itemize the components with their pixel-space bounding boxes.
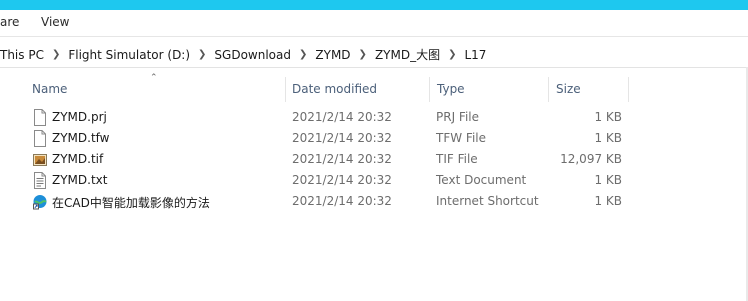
internet-shortcut-icon bbox=[33, 195, 47, 210]
column-divider[interactable] bbox=[628, 77, 629, 102]
file-row[interactable]: ZYMD.tif 2021/2/14 20:32 TIF File 12,097… bbox=[0, 149, 748, 170]
column-type[interactable]: Type bbox=[437, 82, 465, 96]
file-type: TIF File bbox=[436, 152, 478, 166]
chevron-right-icon[interactable]: ❯ bbox=[49, 49, 63, 60]
file-size: 1 KB bbox=[594, 173, 622, 187]
file-name: ZYMD.txt bbox=[52, 173, 108, 187]
text-file-icon bbox=[34, 172, 46, 189]
file-size: 12,097 KB bbox=[560, 152, 622, 166]
file-type: PRJ File bbox=[436, 110, 480, 124]
file-date: 2021/2/14 20:32 bbox=[292, 131, 392, 145]
breadcrumb-sgdownload[interactable]: SGDownload bbox=[209, 48, 296, 62]
breadcrumb-zymd-large[interactable]: ZYMD_大图 bbox=[370, 46, 445, 63]
blank-file-icon bbox=[34, 109, 46, 126]
chevron-right-icon[interactable]: ❯ bbox=[195, 49, 209, 60]
tab-share[interactable]: are bbox=[0, 15, 19, 29]
file-name: ZYMD.prj bbox=[52, 110, 107, 124]
file-date: 2021/2/14 20:32 bbox=[292, 110, 392, 124]
file-date: 2021/2/14 20:32 bbox=[292, 152, 392, 166]
file-name: ZYMD.tfw bbox=[52, 131, 110, 145]
window-title-bar bbox=[0, 0, 748, 10]
file-row[interactable]: 在CAD中智能加载影像的方法 2021/2/14 20:32 Internet … bbox=[0, 191, 748, 212]
column-divider[interactable] bbox=[429, 77, 430, 102]
file-type: Text Document bbox=[436, 173, 527, 187]
column-divider[interactable] bbox=[285, 77, 286, 102]
tab-view[interactable]: View bbox=[41, 15, 69, 29]
file-type: Internet Shortcut bbox=[436, 194, 539, 208]
file-row[interactable]: ZYMD.tfw 2021/2/14 20:32 TFW File 1 KB bbox=[0, 128, 748, 149]
file-size: 1 KB bbox=[594, 110, 622, 124]
ribbon-tabs: are View bbox=[0, 10, 748, 37]
chevron-right-icon[interactable]: ❯ bbox=[296, 49, 310, 60]
column-size[interactable]: Size bbox=[556, 82, 581, 96]
address-bar[interactable]: This PC ❯ Flight Simulator (D:) ❯ SGDown… bbox=[0, 40, 748, 68]
chevron-right-icon[interactable]: ❯ bbox=[445, 49, 459, 60]
column-date[interactable]: Date modified bbox=[292, 82, 377, 96]
breadcrumb-l17[interactable]: L17 bbox=[459, 48, 491, 62]
breadcrumb-this-pc[interactable]: This PC bbox=[0, 48, 49, 62]
breadcrumb-zymd[interactable]: ZYMD bbox=[310, 48, 355, 62]
image-file-icon bbox=[33, 154, 47, 166]
file-name: 在CAD中智能加载影像的方法 bbox=[52, 196, 210, 210]
file-type: TFW File bbox=[436, 131, 486, 145]
file-size: 1 KB bbox=[594, 194, 622, 208]
file-size: 1 KB bbox=[594, 131, 622, 145]
file-date: 2021/2/14 20:32 bbox=[292, 173, 392, 187]
sort-up-icon: ⌃ bbox=[150, 73, 158, 83]
breadcrumb: This PC ❯ Flight Simulator (D:) ❯ SGDown… bbox=[0, 46, 491, 63]
file-name: ZYMD.tif bbox=[52, 152, 104, 166]
column-name[interactable]: Name bbox=[32, 82, 67, 96]
file-list: ZYMD.prj 2021/2/14 20:32 PRJ File 1 KB Z… bbox=[0, 107, 748, 212]
breadcrumb-drive[interactable]: Flight Simulator (D:) bbox=[63, 48, 195, 62]
column-header: ⌃ Name Date modified Type Size bbox=[0, 73, 748, 103]
chevron-right-icon[interactable]: ❯ bbox=[356, 49, 370, 60]
blank-file-icon bbox=[34, 130, 46, 147]
file-date: 2021/2/14 20:32 bbox=[292, 194, 392, 208]
file-row[interactable]: ZYMD.txt 2021/2/14 20:32 Text Document 1… bbox=[0, 170, 748, 191]
column-divider[interactable] bbox=[548, 77, 549, 102]
file-row[interactable]: ZYMD.prj 2021/2/14 20:32 PRJ File 1 KB bbox=[0, 107, 748, 128]
